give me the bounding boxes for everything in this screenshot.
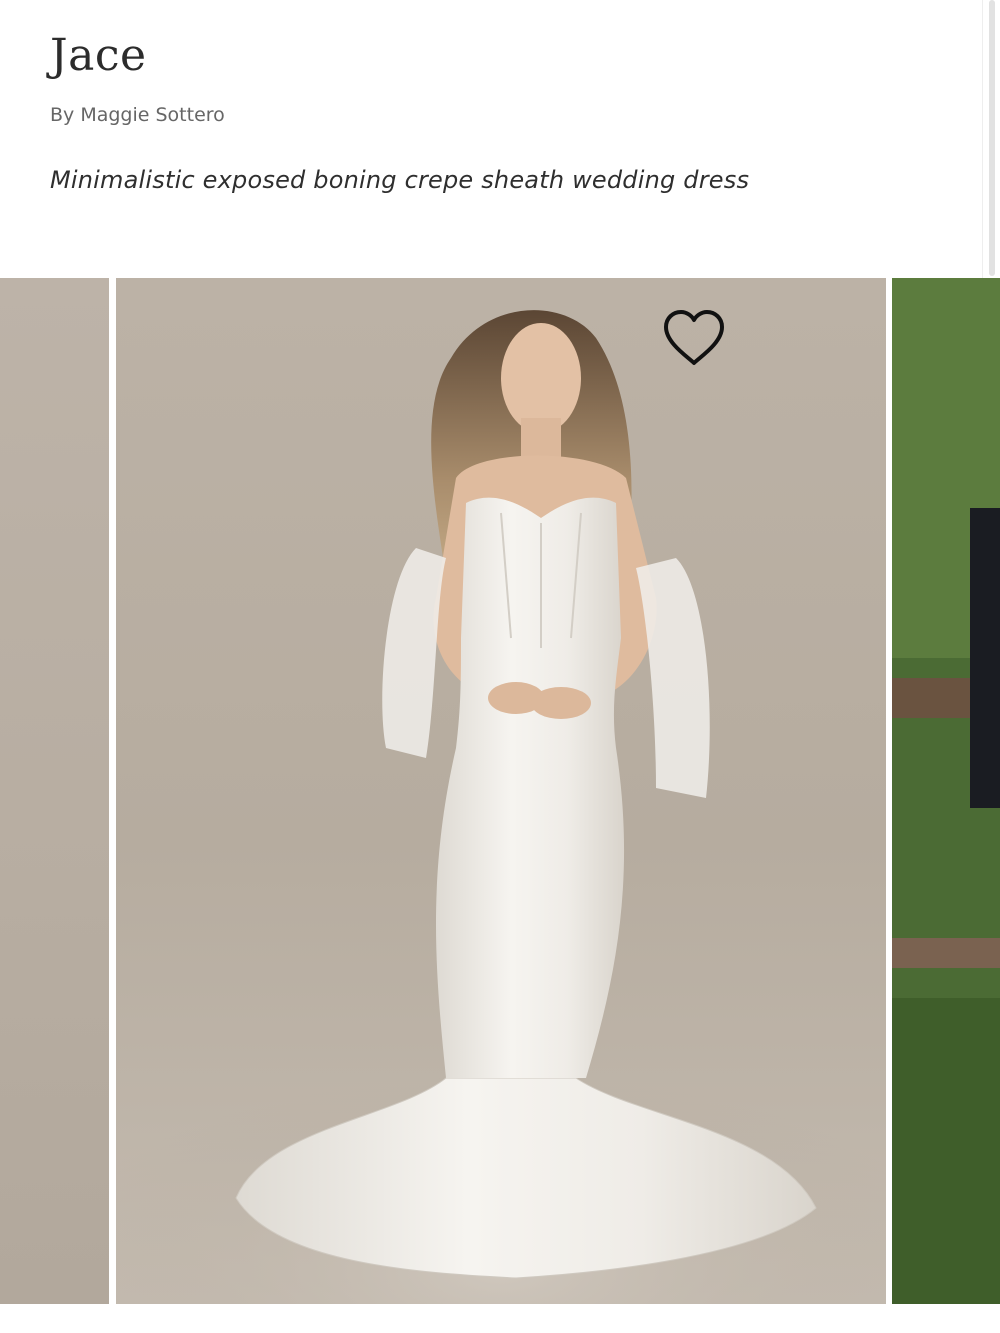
product-description: Minimalistic exposed boning crepe sheath… [50,166,750,194]
bride-photo [116,310,886,1304]
image-carousel[interactable] [0,278,1000,1304]
favorite-button[interactable] [662,308,726,368]
gallery-slide-previous[interactable] [0,278,109,1304]
heart-outline-icon [664,310,724,365]
outdoor-photo [892,278,1000,1304]
product-title: Jace [50,30,147,81]
page-bottom [0,1304,1000,1333]
scrollbar[interactable] [982,0,1000,278]
gallery-slide-next[interactable] [892,278,1000,1304]
designer-byline[interactable]: By Maggie Sottero [50,104,225,126]
scrollbar-thumb[interactable] [989,0,995,276]
gallery-slide-current[interactable] [116,278,886,1304]
product-header: Jace By Maggie Sottero Minimalistic expo… [0,0,983,278]
